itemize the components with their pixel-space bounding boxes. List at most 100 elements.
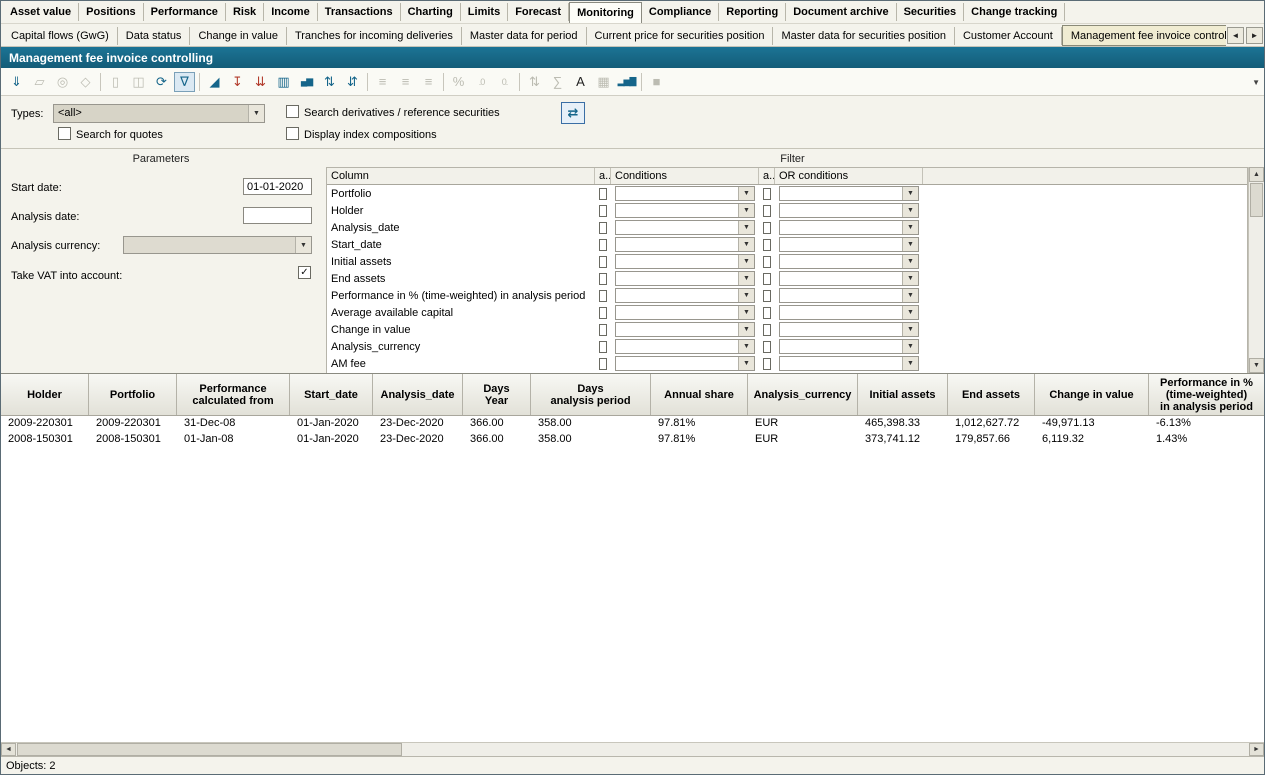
results-header-performance[interactable]: Performance calculated from <box>177 374 290 415</box>
search-derivatives-checkbox[interactable] <box>286 105 299 118</box>
results-header-portfolio[interactable]: Portfolio <box>89 374 177 415</box>
histogram-icon[interactable]: ▄▆ <box>296 72 317 92</box>
subtab-customer-account[interactable]: Customer Account <box>955 27 1062 45</box>
filter-or-condition-select[interactable]: ▼ <box>779 203 919 218</box>
filter-or-checkbox[interactable] <box>763 273 771 285</box>
filter-condition-select[interactable]: ▼ <box>615 271 755 286</box>
menu-tab-charting[interactable]: Charting <box>401 3 461 21</box>
start-date-input[interactable] <box>243 178 312 195</box>
filter-or-checkbox[interactable] <box>763 256 771 268</box>
filter-or-condition-select[interactable]: ▼ <box>779 254 919 269</box>
menu-tab-transactions[interactable]: Transactions <box>318 3 401 21</box>
horizontal-scrollbar-thumb[interactable] <box>17 743 402 756</box>
scrollbar-thumb[interactable] <box>1250 183 1263 217</box>
filter-condition-select[interactable]: ▼ <box>615 203 755 218</box>
scroll-up-icon[interactable]: ▲ <box>1249 167 1264 182</box>
filter-or-checkbox[interactable] <box>763 222 771 234</box>
results-header-change-in-value[interactable]: Change in value <box>1035 374 1149 415</box>
subtab-master-data-for-period[interactable]: Master data for period <box>462 27 587 45</box>
filter-and-checkbox[interactable] <box>599 358 607 370</box>
horizontal-scrollbar[interactable]: ◄ ► <box>1 742 1264 756</box>
subtab-tranches-for-incoming-deliveries[interactable]: Tranches for incoming deliveries <box>287 27 462 45</box>
menu-tab-document-archive[interactable]: Document archive <box>786 3 896 21</box>
filter-condition-select[interactable]: ▼ <box>615 339 755 354</box>
filter-and-checkbox[interactable] <box>599 205 607 217</box>
menu-tab-forecast[interactable]: Forecast <box>508 3 569 21</box>
filter-or-checkbox[interactable] <box>763 341 771 353</box>
subtab-data-status[interactable]: Data status <box>118 27 191 45</box>
filter-icon[interactable]: ∇ <box>174 72 195 92</box>
filter-and-checkbox[interactable] <box>599 188 607 200</box>
menu-tab-income[interactable]: Income <box>264 3 318 21</box>
filter-or-checkbox[interactable] <box>763 358 771 370</box>
filter-or-condition-select[interactable]: ▼ <box>779 356 919 371</box>
filter-or-checkbox[interactable] <box>763 239 771 251</box>
table-row[interactable]: 2008-1503012008-15030101-Jan-0801-Jan-20… <box>1 432 1264 448</box>
scrollbar-track[interactable] <box>1249 218 1264 358</box>
filter-and-checkbox[interactable] <box>599 324 607 336</box>
vat-checkbox[interactable]: ✓ <box>298 266 311 279</box>
results-header-performance-in[interactable]: Performance in % (time-weighted) in anal… <box>1149 374 1264 415</box>
results-header-days[interactable]: Days Year <box>463 374 531 415</box>
filter-or-checkbox[interactable] <box>763 307 771 319</box>
font-icon[interactable]: A <box>570 72 591 92</box>
chart-icon[interactable]: ▂▅▇ <box>616 72 637 92</box>
sort-descending-icon[interactable]: ⇵ <box>342 72 363 92</box>
display-index-checkbox[interactable] <box>286 127 299 140</box>
filter-condition-select[interactable]: ▼ <box>615 288 755 303</box>
menu-tab-positions[interactable]: Positions <box>79 3 144 21</box>
menu-tab-limits[interactable]: Limits <box>461 3 508 21</box>
scroll-left-button[interactable]: ◄ <box>1 743 16 756</box>
filter-condition-select[interactable]: ▼ <box>615 356 755 371</box>
results-header-analysis-currency[interactable]: Analysis_currency <box>748 374 858 415</box>
filter-or-condition-select[interactable]: ▼ <box>779 322 919 337</box>
filter-or-checkbox[interactable] <box>763 205 771 217</box>
results-header-holder[interactable]: Holder <box>1 374 89 415</box>
subtab-scroll-left-button[interactable]: ◄ <box>1227 27 1244 44</box>
results-header-start-date[interactable]: Start_date <box>290 374 373 415</box>
filter-or-condition-select[interactable]: ▼ <box>779 271 919 286</box>
results-header-initial-assets[interactable]: Initial assets <box>858 374 948 415</box>
import-data-icon[interactable]: ⇓ <box>6 72 27 92</box>
subtab-scroll-right-button[interactable]: ► <box>1246 27 1263 44</box>
analysis-date-input[interactable] <box>243 207 312 224</box>
search-quotes-checkbox[interactable] <box>58 127 71 140</box>
filter-and-checkbox[interactable] <box>599 307 607 319</box>
filter-or-condition-select[interactable]: ▼ <box>779 288 919 303</box>
filter-condition-select[interactable]: ▼ <box>615 186 755 201</box>
sort-ascending-icon[interactable]: ⇅ <box>319 72 340 92</box>
menu-tab-compliance[interactable]: Compliance <box>642 3 719 21</box>
subtab-change-in-value[interactable]: Change in value <box>190 27 287 45</box>
results-header-analysis-date[interactable]: Analysis_date <box>373 374 463 415</box>
subtab-current-price-for-securities-position[interactable]: Current price for securities position <box>587 27 774 45</box>
menu-tab-monitoring[interactable]: Monitoring <box>569 2 642 23</box>
menu-tab-risk[interactable]: Risk <box>226 3 264 21</box>
menu-tab-securities[interactable]: Securities <box>897 3 965 21</box>
insert-row-icon[interactable]: ↧ <box>227 72 248 92</box>
results-header-annual-share[interactable]: Annual share <box>651 374 748 415</box>
results-header-end-assets[interactable]: End assets <box>948 374 1035 415</box>
menu-tab-asset-value[interactable]: Asset value <box>3 3 79 21</box>
filter-or-condition-select[interactable]: ▼ <box>779 339 919 354</box>
subtab-capital-flows-gwg[interactable]: Capital flows (GwG) <box>3 27 118 45</box>
filter-condition-select[interactable]: ▼ <box>615 220 755 235</box>
filter-and-checkbox[interactable] <box>599 290 607 302</box>
filter-vertical-scrollbar[interactable]: ▲ ▼ <box>1248 167 1264 373</box>
menu-tab-performance[interactable]: Performance <box>144 3 226 21</box>
filter-or-condition-select[interactable]: ▼ <box>779 186 919 201</box>
refresh-icon[interactable]: ⟳ <box>151 72 172 92</box>
filter-and-checkbox[interactable] <box>599 256 607 268</box>
filter-and-checkbox[interactable] <box>599 222 607 234</box>
menu-tab-reporting[interactable]: Reporting <box>719 3 786 21</box>
types-select[interactable]: <all> ▼ <box>53 104 265 123</box>
filter-condition-select[interactable]: ▼ <box>615 305 755 320</box>
filter-and-checkbox[interactable] <box>599 341 607 353</box>
filter-condition-select[interactable]: ▼ <box>615 322 755 337</box>
drilldown-icon[interactable]: ◢ <box>204 72 225 92</box>
filter-condition-select[interactable]: ▼ <box>615 237 755 252</box>
filter-or-condition-select[interactable]: ▼ <box>779 305 919 320</box>
analysis-currency-select[interactable]: ▼ <box>123 236 312 254</box>
toolbar-overflow-chevron-icon[interactable]: ▼ <box>1252 78 1260 87</box>
filter-or-checkbox[interactable] <box>763 188 771 200</box>
results-header-days[interactable]: Days analysis period <box>531 374 651 415</box>
